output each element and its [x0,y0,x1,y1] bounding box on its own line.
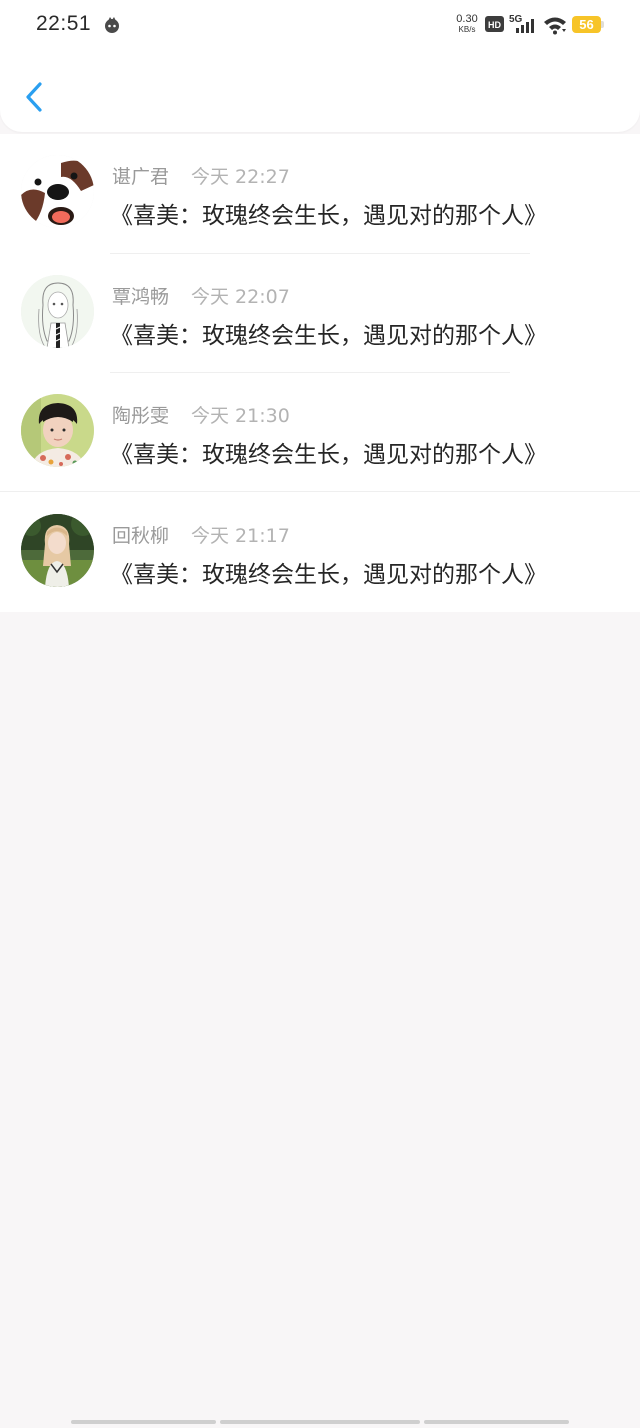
network-speed-value: 0.30 [456,13,478,25]
dog-cartoon-avatar[interactable] [21,155,94,228]
sender-name: 回秋柳 [112,525,170,547]
divider [0,491,640,492]
screen: 22:51 0.30 KB/s HD 5G 56 谌广君 今天 22:27 《喜… [0,0,640,1428]
message-text: 《喜美：玫瑰终会生长，遇见对的那个人》 [110,562,547,588]
battery-icon: 56 [572,16,604,33]
network-speed: 0.30 KB/s [454,13,480,34]
girl-outdoor-avatar[interactable] [21,514,94,587]
home-indicator-segment [71,1420,216,1424]
hd-icon: HD [485,16,504,32]
boy-photo-avatar[interactable] [21,394,94,467]
home-indicator-segment [424,1420,569,1424]
list-item[interactable]: 覃鸿畅 今天 22:07 《喜美：玫瑰终会生长，遇见对的那个人》 [0,254,640,374]
sender-name: 谌广君 [112,166,170,188]
list-item[interactable]: 谌广君 今天 22:27 《喜美：玫瑰终会生长，遇见对的那个人》 [0,134,640,254]
app-face-icon [105,17,119,33]
home-indicator [0,1420,640,1426]
message-text: 《喜美：玫瑰终会生长，遇见对的那个人》 [110,323,547,349]
wifi-icon [544,17,566,35]
message-time: 今天 21:30 [191,405,290,427]
message-time: 今天 21:17 [191,525,290,547]
list-item[interactable]: 陶彤雯 今天 21:30 《喜美：玫瑰终会生长，遇见对的那个人》 [0,373,640,493]
message-time: 今天 22:07 [191,286,290,308]
home-indicator-segment [220,1420,420,1424]
notification-list: 谌广君 今天 22:27 《喜美：玫瑰终会生长，遇见对的那个人》 覃鸿畅 今天 … [0,134,640,612]
sketch-girl-avatar[interactable] [21,275,94,348]
top-bar: 22:51 0.30 KB/s HD 5G 56 [0,0,640,132]
network-type-label: 5G [509,14,523,25]
cellular-signal-icon: 5G [509,14,534,33]
hd-label: HD [488,20,501,30]
battery-level: 56 [579,17,594,32]
chevron-left-icon[interactable] [20,78,50,118]
sender-name: 覃鸿畅 [112,286,170,308]
status-time: 22:51 [36,12,92,35]
message-text: 《喜美：玫瑰终会生长，遇见对的那个人》 [110,203,547,229]
message-time: 今天 22:27 [191,166,290,188]
message-text: 《喜美：玫瑰终会生长，遇见对的那个人》 [110,442,547,468]
network-speed-unit: KB/s [458,25,476,34]
sender-name: 陶彤雯 [112,405,170,427]
list-item[interactable]: 回秋柳 今天 21:17 《喜美：玫瑰终会生长，遇见对的那个人》 [0,493,640,613]
